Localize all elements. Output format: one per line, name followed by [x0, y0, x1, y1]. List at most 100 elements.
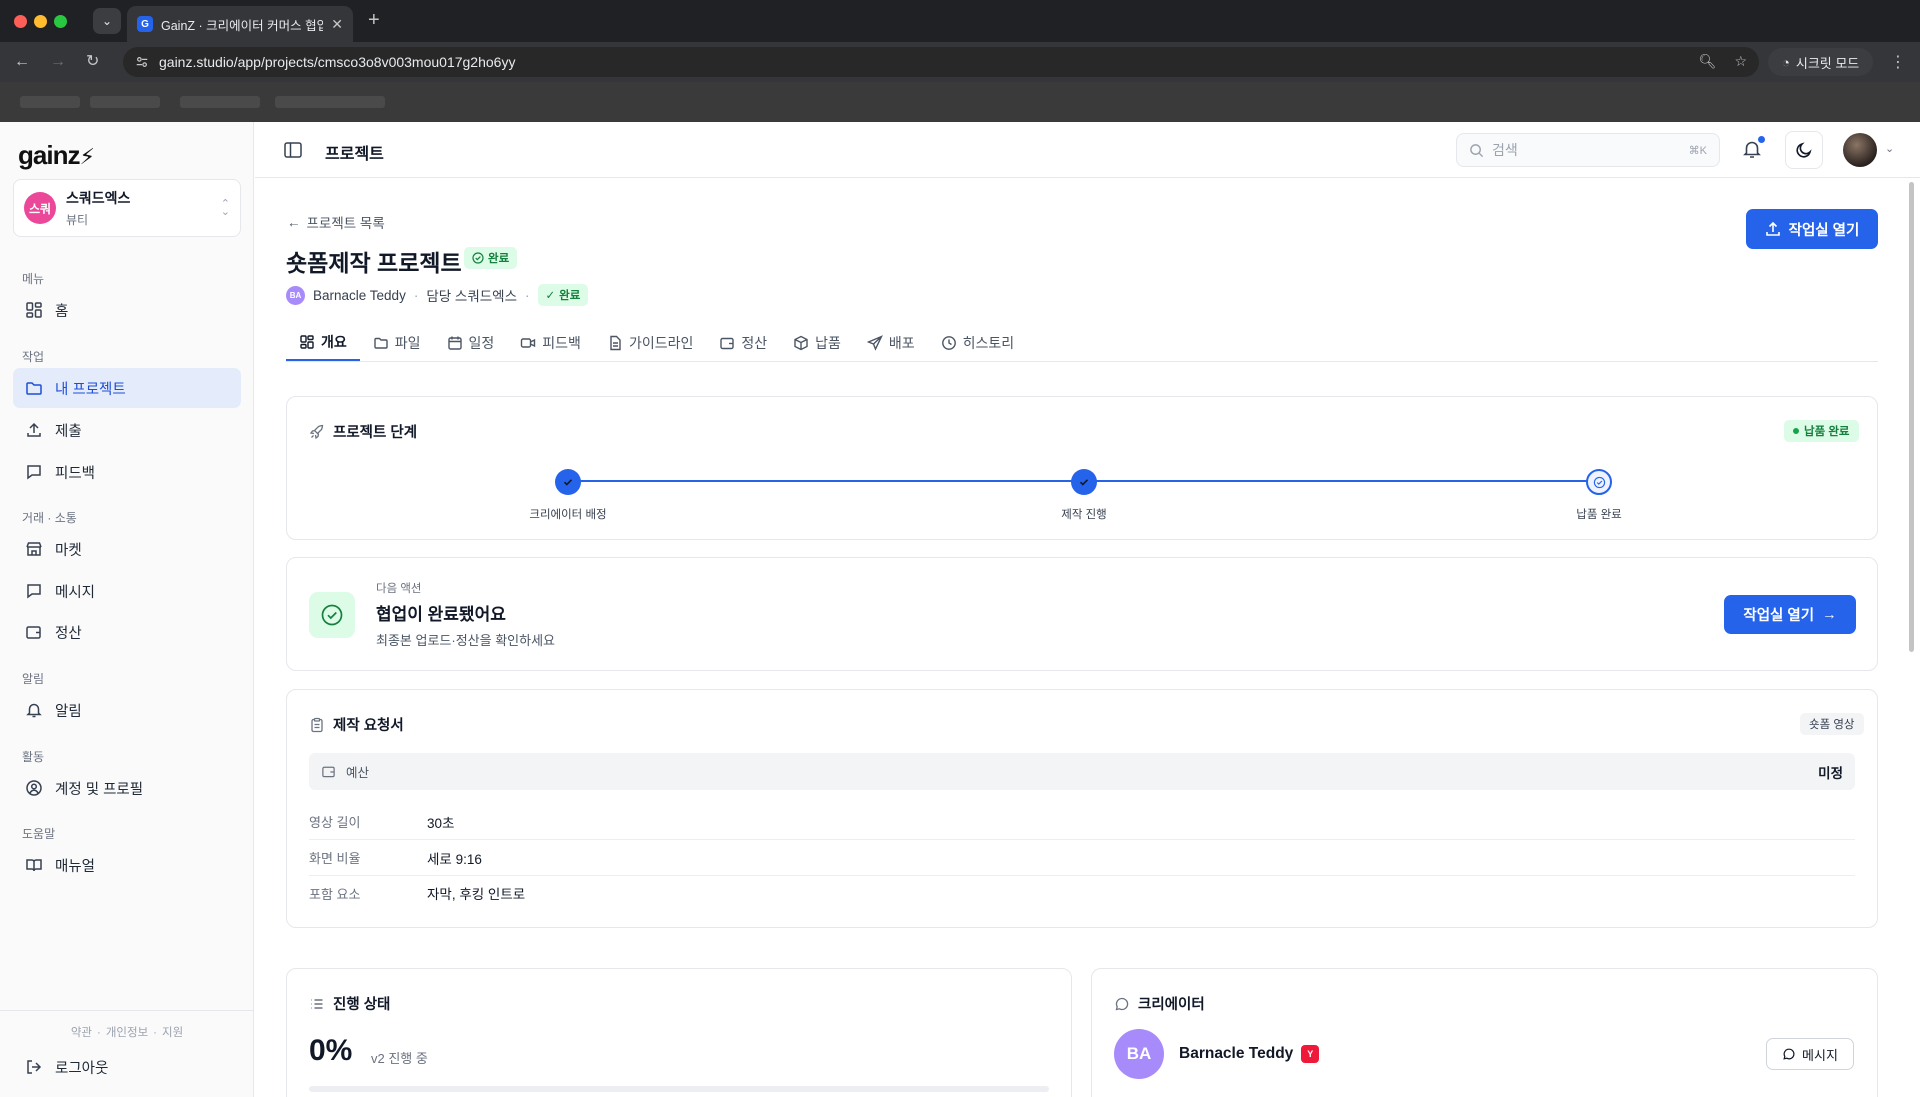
budget-value: 미정 — [1818, 765, 1843, 781]
book-icon — [26, 859, 42, 872]
tab-overview[interactable]: 개요 — [286, 325, 360, 361]
production-request-card: 제작 요청서 숏폼 영상 예산 미정 영상 길이 30초 화면 비율 세로 9:16… — [286, 689, 1878, 928]
section-activity: 활동 — [22, 750, 45, 764]
sidebar-item-account[interactable]: 계정 및 프로필 — [13, 768, 241, 808]
tab-search-button[interactable]: ⌄ — [93, 8, 121, 34]
workspace-switcher[interactable]: 스쿼 스쿼드엑스 뷰티 ⌃ ⌄ — [13, 179, 241, 237]
calendar-icon — [447, 336, 462, 350]
logout-button[interactable]: 로그아웃 — [13, 1048, 108, 1086]
message-creator-button[interactable]: 메시지 — [1766, 1038, 1854, 1070]
incognito-indicator[interactable]: ◔ 시크릿 모드 — [1768, 48, 1874, 76]
sidebar-item-market[interactable]: 마켓 — [13, 529, 241, 569]
reload-icon[interactable]: ↻ — [86, 52, 99, 72]
privacy-link[interactable]: 개인정보 — [106, 1027, 148, 1039]
minimize-window-button[interactable] — [34, 15, 47, 28]
sidebar-item-feedback[interactable]: 피드백 — [13, 452, 241, 492]
chat-bubble-icon — [1115, 997, 1129, 1010]
tab-schedule[interactable]: 일정 — [434, 325, 508, 361]
close-window-button[interactable] — [14, 15, 27, 28]
tab-files[interactable]: 파일 — [360, 325, 434, 361]
tab-settlement[interactable]: 정산 — [706, 325, 780, 361]
back-to-projects-link[interactable]: ← 프로젝트 목록 — [287, 212, 385, 232]
terms-link[interactable]: 약관 — [71, 1027, 92, 1039]
sidebar: gainz⚡ 스쿼 스쿼드엑스 뷰티 ⌃ ⌄ 메뉴 홈 작업 내 프로젝트 제출 … — [0, 122, 254, 1097]
scrollbar[interactable] — [1909, 182, 1914, 652]
sidebar-item-manual[interactable]: 매뉴얼 — [13, 845, 241, 885]
arrow-right-icon: → — [1822, 606, 1837, 623]
sidebar-item-settlement[interactable]: 정산 — [13, 612, 241, 652]
chevron-down-icon: ⌄ — [101, 14, 113, 28]
browser-menu-icon[interactable]: ⋮ — [1890, 52, 1906, 72]
creator-heading: 크리에이터 — [1114, 993, 1205, 1014]
maximize-window-button[interactable] — [54, 15, 67, 28]
creator-name[interactable]: Barnacle Teddy — [313, 288, 406, 303]
site-info-icon[interactable] — [135, 55, 149, 69]
sidebar-item-label: 매뉴얼 — [55, 858, 96, 875]
store-icon — [26, 542, 42, 556]
gainz-logo[interactable]: gainz⚡ — [18, 140, 95, 171]
check-circle-icon — [1593, 476, 1605, 488]
message-square-icon — [27, 465, 41, 480]
section-menu: 메뉴 — [22, 272, 45, 286]
favicon-icon: G — [137, 16, 153, 32]
next-action-card: 다음 액션 협업이 완료됐어요 최종본 업로드·정산을 확인하세요 작업실 열기… — [286, 557, 1878, 671]
theme-toggle-button[interactable] — [1785, 131, 1823, 169]
package-icon — [794, 335, 808, 351]
creator-name[interactable]: Barnacle Teddy Y — [1179, 1045, 1320, 1063]
close-icon[interactable]: ✕ — [331, 16, 343, 33]
section-work: 작업 — [22, 350, 45, 364]
user-avatar[interactable] — [1843, 133, 1877, 167]
status-badge-secondary: ✓ 완료 — [537, 284, 589, 306]
sidebar-item-label: 내 프로젝트 — [55, 381, 126, 398]
sidebar-item-messages[interactable]: 메시지 — [13, 571, 241, 611]
search-shortcut: ⌘K — [1688, 144, 1707, 157]
check-circle-icon — [472, 252, 484, 264]
workspace-name: 스쿼드엑스 — [66, 190, 131, 206]
search-input[interactable]: 검색 ⌘K — [1456, 133, 1720, 167]
section-trade: 거래 · 소통 — [22, 511, 77, 525]
back-icon[interactable]: ← — [14, 52, 30, 72]
sidebar-toggle-icon[interactable] — [283, 140, 303, 160]
wallet-icon — [720, 337, 735, 350]
wallet-icon — [26, 626, 41, 639]
open-workspace-button[interactable]: 작업실 열기 — [1746, 209, 1878, 249]
tab-distribution[interactable]: 배포 — [854, 325, 928, 361]
sidebar-item-submit[interactable]: 제출 — [13, 410, 241, 450]
main-content: ← 프로젝트 목록 숏폼제작 프로젝트 완료 BA Barnacle Teddy… — [255, 178, 1905, 1097]
tab-history[interactable]: 히스토리 — [928, 325, 1028, 361]
step-label: 납품 완료 — [1576, 509, 1622, 521]
sidebar-item-my-projects[interactable]: 내 프로젝트 — [13, 368, 241, 408]
workspace-avatar: 스쿼 — [24, 192, 56, 224]
zoom-icon[interactable]: 🔍︎ — [1699, 53, 1717, 70]
creator-avatar[interactable]: BA — [1114, 1029, 1164, 1079]
moon-icon — [1796, 142, 1812, 158]
sidebar-item-label: 제출 — [55, 423, 82, 440]
youtube-icon: Y — [1301, 1045, 1320, 1063]
logout-label: 로그아웃 — [55, 1060, 109, 1077]
chevron-down-icon[interactable]: ⌄ — [1885, 142, 1894, 155]
sidebar-item-notifications[interactable]: 알림 — [13, 690, 241, 730]
support-link[interactable]: 지원 — [162, 1027, 183, 1039]
budget-row: 예산 미정 — [309, 753, 1855, 790]
check-icon — [563, 479, 573, 486]
sidebar-item-label: 정산 — [55, 625, 82, 642]
blurred-banner — [0, 82, 1920, 122]
new-tab-button[interactable]: + — [368, 10, 380, 30]
back-label: 프로젝트 목록 — [306, 216, 385, 231]
forward-icon[interactable]: → — [50, 52, 66, 72]
progress-subtitle: v2 진행 중 — [371, 1051, 428, 1066]
sidebar-item-home[interactable]: 홈 — [13, 290, 241, 330]
check-icon — [1079, 479, 1089, 486]
tab-feedback[interactable]: 피드백 — [507, 325, 594, 361]
workspace-category: 뷰티 — [66, 213, 89, 227]
spec-row: 포함 요소 자막, 후킹 인트로 — [309, 886, 526, 903]
stages-heading: 프로젝트 단계 — [309, 421, 417, 442]
document-icon — [610, 335, 621, 351]
browser-tab[interactable]: G GainZ · 크리에이터 커머스 협업 C ✕ — [127, 6, 353, 42]
bookmark-star-icon[interactable]: ☆ — [1734, 53, 1747, 70]
tab-guidelines[interactable]: 가이드라인 — [594, 325, 706, 361]
url-field[interactable]: gainz.studio/app/projects/cmsco3o8v003mo… — [123, 47, 1759, 77]
bell-icon — [26, 703, 42, 718]
tab-delivery[interactable]: 납품 — [780, 325, 854, 361]
next-action-open-workspace-button[interactable]: 작업실 열기 → — [1724, 595, 1856, 634]
